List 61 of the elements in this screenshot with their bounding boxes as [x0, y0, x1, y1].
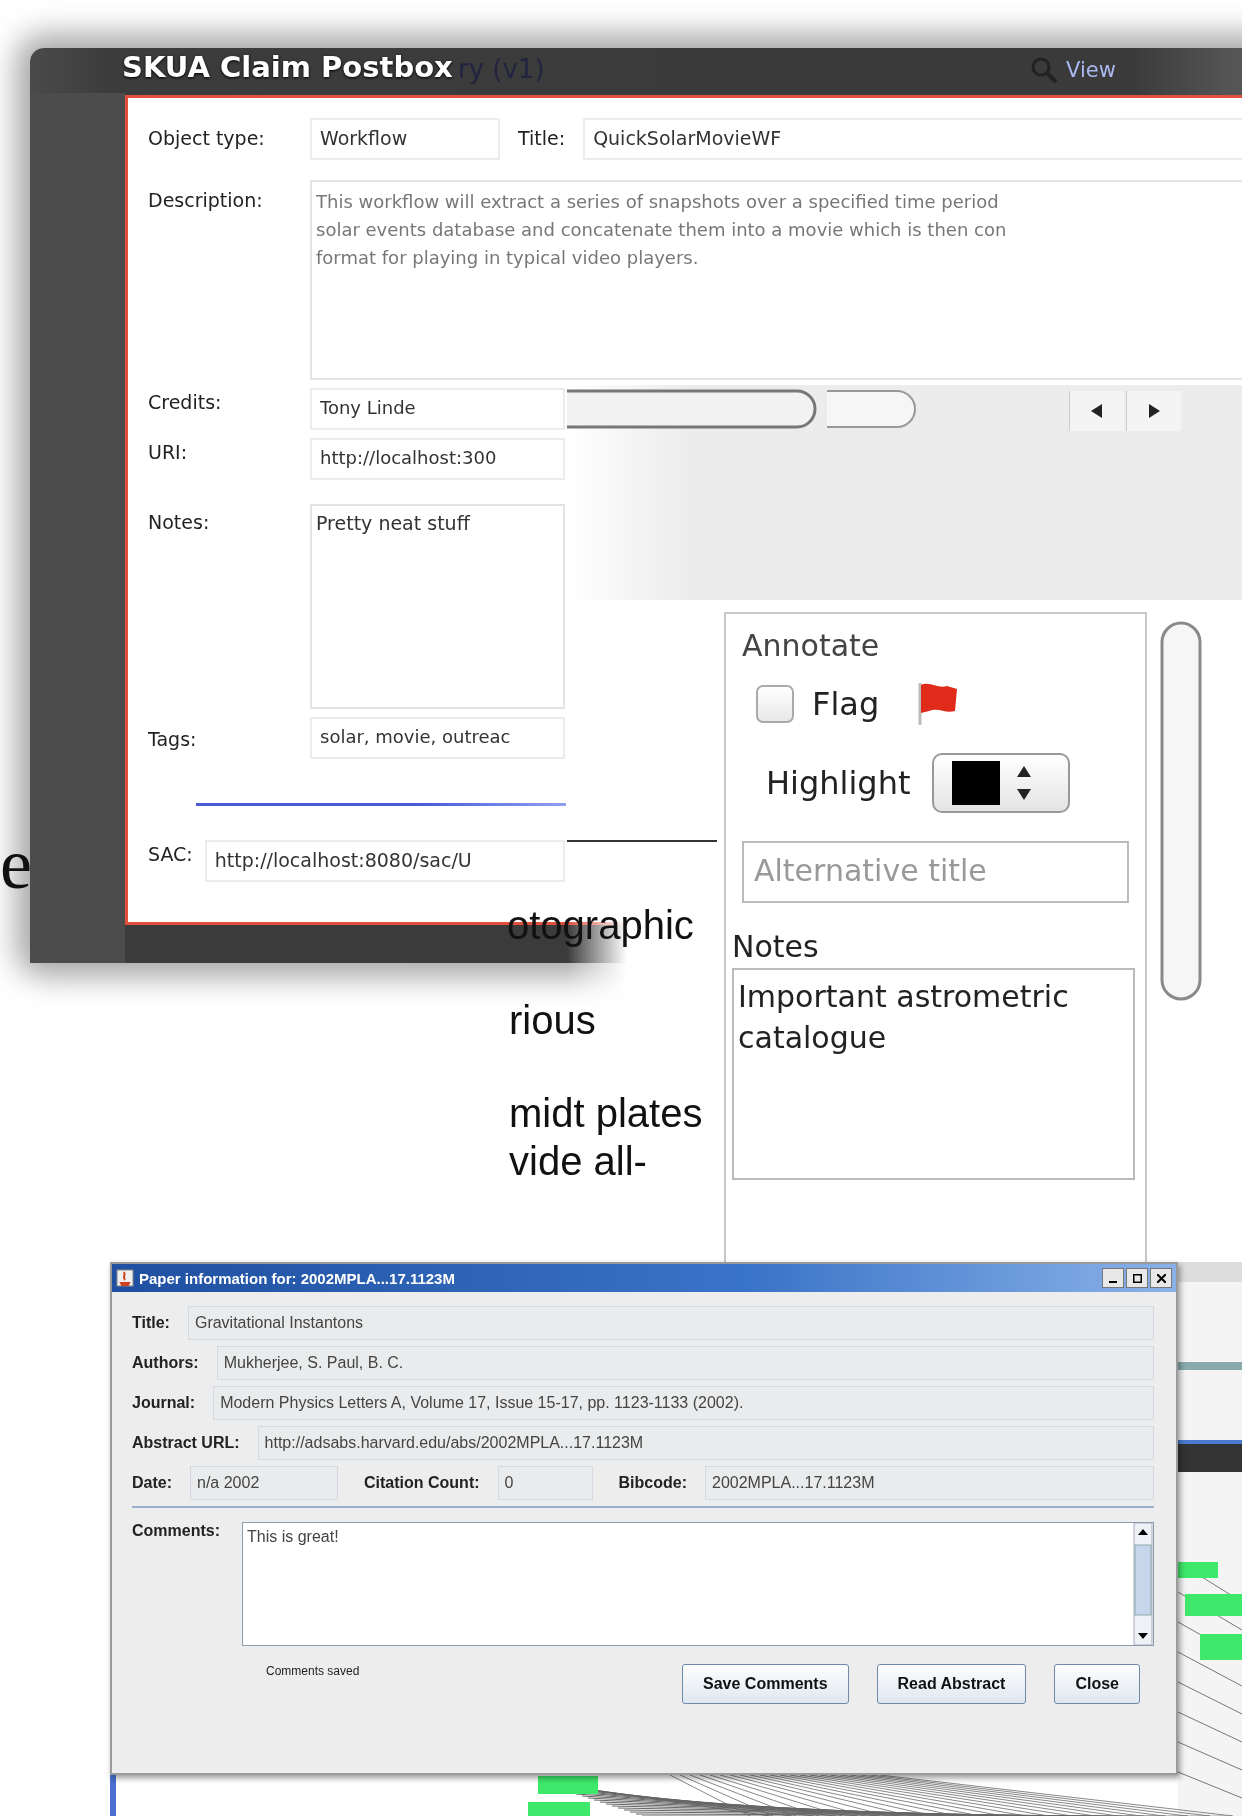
field-label: Journal:	[132, 1394, 196, 1412]
save-button[interactable]: Save Comments	[682, 1664, 849, 1704]
field-label: Title:	[518, 126, 566, 149]
text-fragment: vide all-	[509, 1141, 647, 1181]
graph-node	[528, 1802, 590, 1816]
text-fragment: midt plates	[509, 1093, 703, 1133]
field-label: Object type:	[147, 126, 265, 151]
previous-button[interactable]	[1069, 391, 1124, 431]
read-abstract-button[interactable]: Read Abstract	[876, 1664, 1027, 1704]
text-field[interactable]: http://localhost:300	[310, 438, 565, 480]
field-label: Description:	[147, 188, 263, 213]
minimize-icon	[1109, 1281, 1117, 1283]
field-label: Highlight	[766, 764, 911, 802]
text-field[interactable]: solar, movie, outreac	[310, 717, 565, 759]
view-link[interactable]: View	[1066, 58, 1116, 82]
field-label: Bibcode:	[618, 1474, 687, 1492]
notes-area[interactable]: Important astrometric catalogue	[732, 968, 1135, 1180]
maximize-button[interactable]	[1126, 1268, 1148, 1288]
text-field[interactable]: QuickSolarMovieWF	[583, 118, 1242, 160]
minimize-button[interactable]	[1102, 1268, 1124, 1288]
field-label: Authors:	[132, 1354, 199, 1372]
text-area[interactable]: Pretty neat stuff	[310, 504, 565, 709]
text-field[interactable]: Workflow	[310, 118, 500, 160]
field-label: Comments:	[132, 1522, 220, 1541]
checkbox-label: Flag	[812, 685, 880, 723]
field-label: Citation Count:	[364, 1474, 480, 1492]
window-title: Paper information for: 2002MPLA...17.1123M	[139, 1269, 456, 1287]
field-label: Tags:	[147, 727, 197, 752]
field-label: URI:	[147, 440, 188, 465]
text-fragment: rious	[509, 1000, 596, 1040]
comments-area[interactable]: This is great!	[242, 1522, 1154, 1646]
scrollbar-drawing[interactable]	[1133, 1523, 1153, 1645]
status-text: Comments saved	[266, 1664, 361, 1678]
close-icon	[1156, 1273, 1166, 1283]
search-icon	[1030, 56, 1058, 84]
field-label: Title:	[132, 1314, 170, 1332]
window-title: SKUA Claim Postbox	[122, 50, 453, 84]
graph-node	[1200, 1634, 1242, 1660]
panel-heading: Annotate	[742, 628, 881, 663]
field-label: SAC:	[147, 842, 193, 865]
text-field[interactable]: http://localhost:8080/sac/U	[204, 840, 565, 882]
flag-checkbox[interactable]	[756, 685, 794, 723]
graph-node	[1178, 1562, 1218, 1578]
field-label: Date:	[132, 1474, 172, 1492]
graph-node	[1185, 1594, 1242, 1616]
text-area[interactable]: This workflow will extract a series of snapshots over a specified time period solar events database and concatenate them into a movie which is then con format for playing in typical video players.	[310, 180, 1242, 380]
close-button[interactable]: Close	[1054, 1664, 1140, 1704]
app-icon	[116, 1269, 134, 1287]
graph-node	[538, 1776, 598, 1794]
maximize-icon	[1132, 1273, 1142, 1283]
field-label: Credits:	[147, 390, 222, 415]
text-fragment: e	[0, 824, 32, 904]
color-picker[interactable]	[932, 753, 1071, 813]
field-label: Notes	[732, 929, 820, 964]
text-field[interactable]: Tony Linde	[310, 388, 565, 430]
text-value: This is great!	[246, 1527, 340, 1547]
window-edge	[110, 1775, 116, 1816]
next-button[interactable]	[1126, 391, 1181, 431]
close-button[interactable]	[1150, 1268, 1172, 1288]
field-label: Abstract URL:	[132, 1434, 240, 1452]
field-label: Notes:	[147, 510, 210, 535]
